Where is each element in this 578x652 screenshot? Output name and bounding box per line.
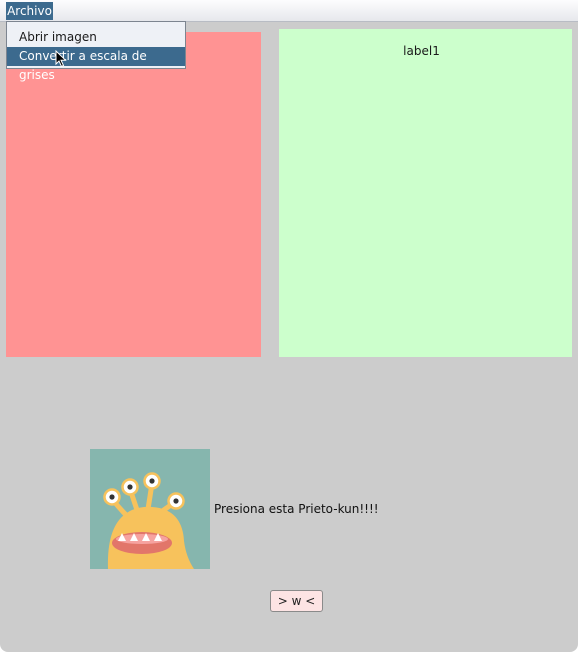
label-panel: label1 [279,29,572,357]
yellow-monster-icon [90,449,210,569]
menu-item-abrir-imagen[interactable]: Abrir imagen [7,28,185,47]
menu-archivo[interactable]: Archivo [6,2,53,20]
mouse-cursor-icon [55,50,67,68]
prieto-kun-button[interactable]: > w < [270,590,323,612]
menu-bar: Archivo [0,0,578,22]
archivo-dropdown-menu: Abrir imagen Convertir a escala de grise… [6,21,186,82]
prompt-label: Presiona esta Prieto-kun!!!! [214,502,379,516]
label1-text: label1 [403,44,440,58]
app-window: Archivo label1 Abrir imagen Convertir a … [0,0,578,652]
menu-item-convertir-grises[interactable]: Convertir a escala de grises [7,47,185,82]
